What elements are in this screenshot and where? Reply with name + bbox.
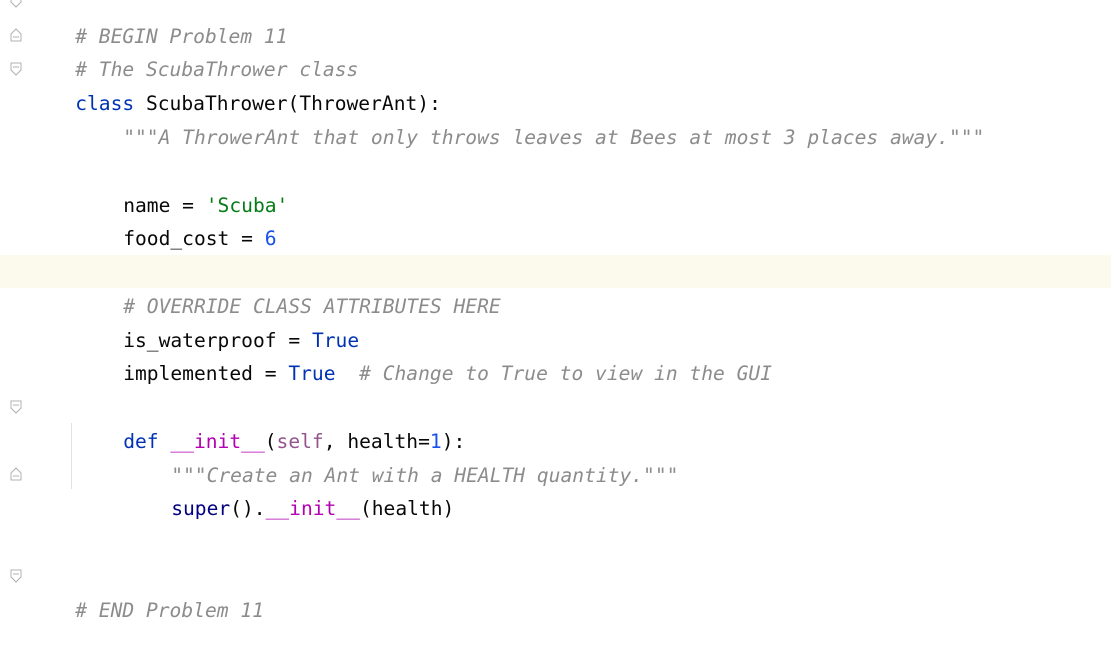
boolean-literal: True <box>288 361 336 385</box>
code-line[interactable]: # OVERRIDE CLASS ATTRIBUTES HERE <box>76 256 501 318</box>
code-line[interactable]: super().__init__(health) <box>124 458 454 520</box>
fold-open-icon[interactable] <box>10 400 22 414</box>
indent-guide <box>71 423 72 489</box>
code-line[interactable]: # END Problem 11 <box>28 560 264 622</box>
punctuation: (). <box>230 496 266 520</box>
call-args: (health) <box>359 496 455 520</box>
docstring: """A ThrowerAnt that only throws leaves … <box>123 125 985 149</box>
code-line[interactable]: # The ScubaThrower class <box>28 19 358 81</box>
comment: # Change to True to view in the GUI <box>335 361 772 385</box>
code-line[interactable]: def __init__(self, health=1): <box>76 391 465 453</box>
code-line[interactable]: is_waterproof = True <box>76 290 359 352</box>
builtin: super <box>171 496 231 520</box>
code-line[interactable]: # BEGIN Problem 11 <box>28 0 287 48</box>
code-editor[interactable]: # BEGIN Problem 11 # The ScubaThrower cl… <box>0 0 1111 622</box>
code-line[interactable]: name = 'Scuba' <box>76 155 288 217</box>
code-line[interactable]: food_cost = 6 <box>76 188 276 250</box>
fold-end-icon[interactable] <box>10 28 22 42</box>
assignment: implemented = <box>123 361 289 385</box>
code-line[interactable]: class ScubaThrower(ThrowerAnt): <box>28 53 441 115</box>
editor-gutter <box>0 0 18 595</box>
assignment: food_cost = <box>123 226 265 250</box>
function-name: __init__ <box>265 496 360 520</box>
fold-close-icon[interactable] <box>10 0 22 8</box>
fold-open-icon[interactable] <box>10 62 22 76</box>
code-line[interactable]: """Create an Ant with a HEALTH quantity.… <box>124 425 678 487</box>
code-line[interactable]: implemented = True # Change to True to v… <box>76 323 772 385</box>
fold-end-icon[interactable] <box>10 467 22 481</box>
comment: # END Problem 11 <box>75 598 264 622</box>
fold-end-icon[interactable] <box>10 569 22 583</box>
code-line[interactable]: """A ThrowerAnt that only throws leaves … <box>76 87 984 149</box>
number-literal: 6 <box>264 226 277 250</box>
